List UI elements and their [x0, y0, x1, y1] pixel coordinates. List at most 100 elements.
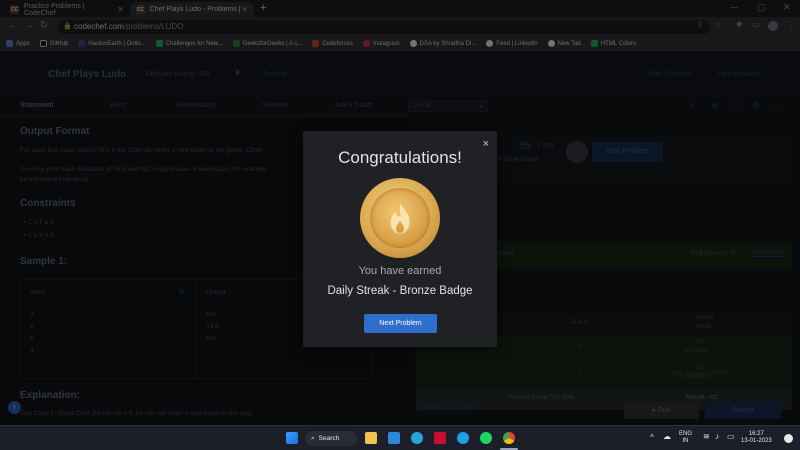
more-icon[interactable]: ⋯	[772, 101, 780, 110]
run-button[interactable]: ▸ Run	[624, 402, 699, 419]
output-format-heading: Output Format	[20, 126, 90, 137]
scroll-top-button[interactable]: ↑	[8, 401, 21, 414]
spotify-icon[interactable]	[480, 432, 492, 444]
notifications-icon[interactable]	[784, 434, 793, 443]
problem-title: Chef Plays Ludo	[48, 69, 127, 80]
settings-gear-icon[interactable]: ⚙	[752, 101, 759, 110]
reload-icon[interactable]: ↻	[40, 20, 48, 31]
close-icon[interactable]: ×	[483, 138, 489, 150]
menu-kebab-icon[interactable]: ⋮	[786, 20, 795, 31]
score-value: 55	[520, 141, 532, 152]
tab-solution[interactable]: Solution	[262, 102, 287, 109]
close-tab-icon[interactable]: ✕	[241, 5, 248, 14]
file-explorer-icon[interactable]	[365, 432, 377, 444]
copy-icon[interactable]: ⧉	[179, 287, 185, 297]
edge-icon[interactable]	[457, 432, 469, 444]
language-indicator[interactable]: ENG IN	[679, 431, 692, 445]
col-result-header: Result	[696, 315, 714, 321]
bookmark-dsa[interactable]: DSA by Shradha Di...	[409, 40, 476, 47]
task-result: AC	[696, 339, 705, 345]
address-bar-row: ← → ↻ 🔒 codechef.com/problems/LUDO ⇪ ☆ ✱…	[0, 17, 800, 37]
url-domain: codechef.com	[74, 22, 124, 31]
bookmark-geeksforgeeks[interactable]: GeeksforGeeks | A c...	[232, 40, 302, 47]
expand-link[interactable]: Expand	[263, 71, 287, 78]
tab-chef-plays-ludo[interactable]: CC Chef Plays Ludo - Problems | Co ✕	[130, 2, 254, 17]
input-label: Input	[30, 289, 45, 296]
chrome-icon[interactable]	[503, 432, 515, 444]
onedrive-cloud-icon[interactable]: ☁	[663, 433, 671, 441]
apps-grid-icon	[6, 40, 13, 47]
bookmark-star-icon[interactable]: ☆	[714, 20, 721, 29]
difficulty-rating: Difficulty Rating: 260	[146, 71, 211, 78]
store-icon[interactable]	[388, 432, 400, 444]
bookmark-instagram[interactable]: Instagram	[362, 40, 400, 47]
tab-submissions[interactable]: Submissions	[176, 102, 216, 109]
next-problem-button[interactable]: Next Problem	[364, 314, 437, 333]
bookmark-challenges[interactable]: Challenges for New...	[155, 40, 223, 47]
tab-title: Chef Plays Ludo - Problems | Co	[149, 6, 242, 13]
windows-start-icon[interactable]	[286, 432, 298, 444]
close-tab-icon[interactable]: ✕	[117, 5, 124, 14]
bookmark-github[interactable]: GitHub	[39, 40, 68, 47]
language-select[interactable]: C++14 ▾	[408, 100, 488, 112]
share-icon[interactable]: ⇪	[697, 20, 704, 29]
telegram-icon[interactable]	[411, 432, 423, 444]
next-problem-link[interactable]: Next Problem ›	[718, 71, 765, 78]
output-format-line: be considered identical).	[20, 176, 91, 183]
weather-widget-icon[interactable]	[4, 433, 14, 443]
bookmark-codeforces[interactable]: Codeforces	[312, 40, 353, 47]
show-hidden-icons-icon[interactable]: ^	[650, 434, 654, 442]
next-problem-button-bg[interactable]: Next Problem	[592, 142, 663, 162]
submit-button[interactable]: Submit	[705, 402, 781, 419]
constraint-item: • 1 ≤ T ≤ 6	[24, 219, 54, 226]
submission-id-link[interactable]: 85404723	[752, 250, 783, 257]
profile-avatar[interactable]	[768, 21, 778, 31]
url-field[interactable]: 🔒 codechef.com/problems/LUDO	[58, 20, 710, 34]
fullscreen-icon[interactable]: ⛶	[732, 101, 738, 111]
battery-icon[interactable]: ▭	[727, 433, 735, 441]
subtask-result: Result - AC	[686, 395, 719, 401]
taskbar-search[interactable]: ⌕ Search	[305, 431, 357, 446]
tab-hints[interactable]: Hints	[110, 102, 126, 109]
download-icon[interactable]: ⤓	[690, 101, 694, 111]
mcafee-icon[interactable]	[434, 432, 446, 444]
problem-header: ← Chef Plays Ludo Difficulty Rating: 260…	[0, 52, 800, 98]
problem-tabs: Statement Hints Submissions Solution Ask…	[0, 98, 408, 116]
minimize-icon[interactable]: —	[730, 3, 738, 12]
output-value: YES	[206, 323, 220, 330]
explanation-text: Test Case 1: Since Chef did not roll a 6…	[20, 410, 253, 417]
score-total: / 250	[538, 143, 554, 150]
theme-sun-icon[interactable]: ☀	[233, 68, 242, 79]
back-arrow-icon[interactable]: ←	[18, 68, 28, 79]
input-value: 1	[30, 323, 34, 330]
copy-code-icon[interactable]: ⧉	[712, 101, 718, 111]
side-panel-icon[interactable]: ▭	[752, 20, 760, 29]
close-window-icon[interactable]: ✕	[783, 2, 791, 13]
output-format-line: For each test case, output YES if the Ch…	[20, 147, 263, 154]
bookmark-apps[interactable]: Apps	[6, 40, 30, 47]
bookmark-hackerearth[interactable]: HackerEarth | Onlin...	[78, 40, 146, 47]
constraint-item: • 1 ≤ X ≤ 6	[24, 232, 55, 239]
speaker-icon[interactable]: ♪	[715, 433, 719, 441]
extensions-icon[interactable]: ✱	[736, 20, 743, 29]
upload-code-link[interactable]: Upload code as file ?	[418, 405, 479, 412]
maximize-icon[interactable]: ▢	[757, 2, 766, 13]
windows-taskbar: ⌕ Search ^ ☁ ENG IN ≋ ♪ ▭ 16:27 13-01-202…	[0, 425, 800, 450]
earned-text: You have earned	[358, 265, 442, 277]
col-result-sub: (time)	[696, 324, 712, 330]
back-icon[interactable]: ←	[8, 20, 18, 31]
codechef-favicon-icon: CC	[10, 5, 19, 14]
bookmark-linkedin[interactable]: Feed | LinkedIn	[486, 40, 538, 47]
bookmark-new-tab[interactable]: New Tab	[547, 40, 581, 47]
prev-problem-link[interactable]: ‹ Prev Problem	[644, 71, 691, 78]
forward-icon[interactable]: →	[24, 20, 34, 31]
tab-statement[interactable]: Statement	[20, 102, 54, 109]
submission-id-label: Submission ID:	[691, 250, 739, 257]
bookmark-html-colors[interactable]: HTML Colors	[590, 40, 636, 47]
tab-ask-a-doubt[interactable]: Ask a Doubt	[335, 102, 373, 109]
hackerearth-icon	[78, 40, 86, 47]
wifi-icon[interactable]: ≋	[703, 433, 710, 441]
new-tab-button[interactable]: +	[260, 2, 266, 14]
clock[interactable]: 16:27 13-01-2023	[741, 431, 772, 445]
tab-practice-problems[interactable]: CC Practice Problems | CodeChef ✕	[4, 2, 130, 17]
